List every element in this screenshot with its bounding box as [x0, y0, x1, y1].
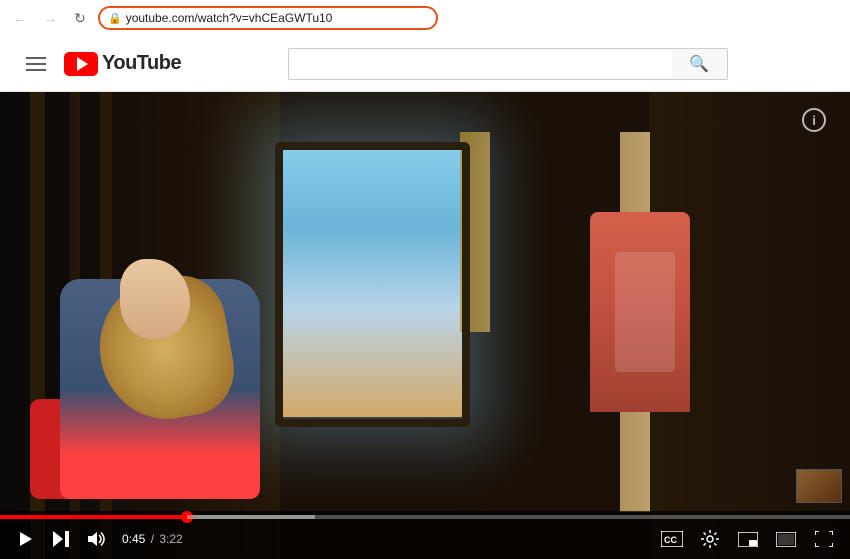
- video-scene: [0, 92, 850, 559]
- miniplayer-icon: [738, 532, 758, 547]
- skip-icon: [53, 531, 71, 547]
- lock-icon: 🔒: [108, 12, 122, 25]
- search-bar: 🔍: [288, 48, 728, 80]
- time-current: 0:45: [122, 532, 145, 546]
- miniplayer-button[interactable]: [730, 521, 766, 557]
- cc-icon: CC: [661, 531, 683, 547]
- youtube-logo-icon: [64, 52, 98, 76]
- seat-detail: [615, 252, 675, 372]
- info-icon: i: [812, 113, 816, 128]
- progress-played: [0, 515, 187, 519]
- info-button[interactable]: i: [802, 108, 826, 132]
- address-bar-wrap: 🔒 youtube.com/watch?v=vhCEaGWTu10: [98, 6, 842, 30]
- settings-button[interactable]: [692, 521, 728, 557]
- back-button[interactable]: ←: [8, 6, 32, 30]
- svg-text:CC: CC: [664, 535, 677, 545]
- video-player[interactable]: i: [0, 92, 850, 559]
- time-separator: /: [151, 532, 158, 546]
- forward-button[interactable]: →: [38, 6, 62, 30]
- search-wrap: 🔍: [181, 48, 834, 80]
- play-button[interactable]: [8, 521, 44, 557]
- hamburger-icon: [26, 57, 46, 71]
- url-text: youtube.com/watch?v=vhCEaGWTu10: [126, 11, 333, 25]
- controls-row: 0:45 / 3:22 CC: [0, 519, 850, 559]
- search-icon: 🔍: [689, 54, 709, 74]
- address-bar[interactable]: 🔒 youtube.com/watch?v=vhCEaGWTu10: [98, 6, 438, 30]
- window-frame: [275, 142, 470, 427]
- youtube-play-triangle: [77, 57, 88, 71]
- time-display: 0:45 / 3:22: [122, 532, 183, 546]
- fullscreen-icon: [815, 531, 833, 547]
- volume-icon: [88, 531, 108, 547]
- time-total: 3:22: [159, 532, 182, 546]
- hamburger-menu-button[interactable]: [16, 44, 56, 84]
- right-controls: CC: [654, 521, 842, 557]
- settings-icon: [701, 530, 719, 548]
- youtube-logo-text: YouTube: [102, 52, 181, 75]
- search-input[interactable]: [288, 48, 672, 80]
- search-button[interactable]: 🔍: [672, 48, 728, 80]
- corner-thumbnail[interactable]: [796, 469, 842, 503]
- progress-buffered: [187, 515, 315, 519]
- refresh-button[interactable]: ↻: [68, 6, 92, 30]
- theater-button[interactable]: [768, 521, 804, 557]
- fullscreen-button[interactable]: [806, 521, 842, 557]
- skip-button[interactable]: [44, 521, 80, 557]
- video-controls: 0:45 / 3:22 CC: [0, 511, 850, 559]
- video-frame: [0, 92, 850, 559]
- volume-button[interactable]: [80, 521, 116, 557]
- browser-chrome: ← → ↻ 🔒 youtube.com/watch?v=vhCEaGWTu10: [0, 0, 850, 36]
- theater-icon: [776, 532, 796, 547]
- youtube-header: YouTube 🔍: [0, 36, 850, 92]
- play-icon: [20, 532, 32, 546]
- browser-toolbar: ← → ↻ 🔒 youtube.com/watch?v=vhCEaGWTu10: [0, 0, 850, 36]
- cc-button[interactable]: CC: [654, 521, 690, 557]
- youtube-logo[interactable]: YouTube: [64, 52, 181, 76]
- progress-bar[interactable]: [0, 515, 850, 519]
